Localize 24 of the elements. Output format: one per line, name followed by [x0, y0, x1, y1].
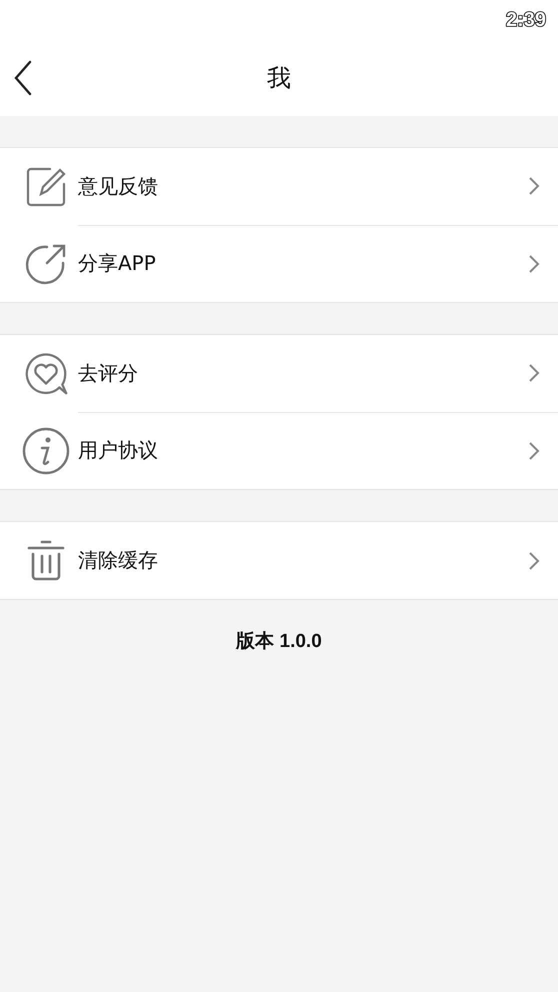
row-label: 用户协议	[78, 437, 159, 464]
page-title: 我	[267, 63, 291, 94]
row-label: 意见反馈	[78, 172, 159, 200]
chevron-right-icon	[528, 550, 540, 570]
trash-icon	[27, 540, 65, 582]
chevron-right-icon	[528, 176, 540, 196]
settings-row[interactable]: 去评分	[0, 335, 558, 412]
chevron-right-icon	[528, 254, 540, 274]
edit-icon	[26, 166, 66, 206]
row-label: 清除缓存	[78, 547, 159, 574]
chevron-right-icon	[528, 363, 540, 383]
info-icon	[22, 426, 70, 474]
back-icon	[13, 60, 33, 96]
back-button[interactable]	[12, 60, 34, 96]
status-time: 2:39	[506, 8, 546, 32]
version-text: 版本 1.0.0	[236, 631, 322, 652]
row-label: 分享APP	[78, 250, 157, 277]
settings-row[interactable]: 用户协议	[0, 412, 558, 489]
settings-row[interactable]: 意见反馈	[0, 148, 558, 225]
row-label: 去评分	[78, 360, 139, 386]
share-icon	[25, 242, 67, 284]
chevron-right-icon	[528, 440, 540, 460]
settings-row[interactable]: 清除缓存	[0, 522, 558, 599]
settings-row[interactable]: 分享APP	[0, 225, 558, 302]
